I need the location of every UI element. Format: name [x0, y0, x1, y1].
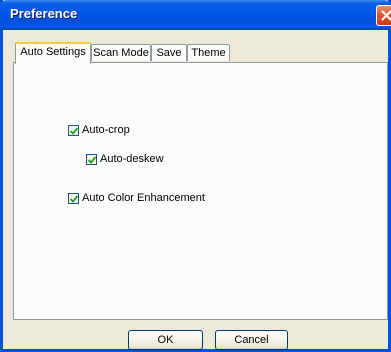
close-icon — [381, 10, 391, 21]
auto-deskew-checkbox[interactable]: Auto-deskew — [86, 153, 164, 165]
window-title: Preference — [10, 6, 78, 21]
auto-crop-checkbox[interactable]: Auto-crop — [68, 124, 130, 136]
checkmark-icon — [70, 194, 78, 203]
tab-theme[interactable]: Theme — [187, 44, 230, 61]
checkmark-icon — [70, 126, 78, 135]
tab-panel-auto-settings — [13, 62, 388, 320]
close-button[interactable] — [376, 5, 391, 26]
ok-button[interactable]: OK — [128, 330, 203, 350]
auto-deskew-label: Auto-deskew — [100, 153, 164, 165]
auto-crop-box[interactable] — [68, 124, 79, 136]
checkmark-icon — [88, 155, 96, 164]
auto-color-enhancement-label: Auto Color Enhancement — [82, 192, 205, 204]
tab-auto-settings[interactable]: Auto Settings — [15, 42, 91, 64]
auto-crop-label: Auto-crop — [82, 124, 130, 136]
auto-color-enhancement-box[interactable] — [68, 192, 79, 204]
title-bar[interactable]: Preference — [0, 0, 391, 30]
tab-scan-mode[interactable]: Scan Mode — [91, 44, 151, 61]
auto-deskew-box[interactable] — [86, 153, 97, 165]
tab-save[interactable]: Save — [151, 44, 187, 61]
cancel-button[interactable]: Cancel — [215, 330, 288, 350]
auto-color-enhancement-checkbox[interactable]: Auto Color Enhancement — [68, 192, 205, 204]
